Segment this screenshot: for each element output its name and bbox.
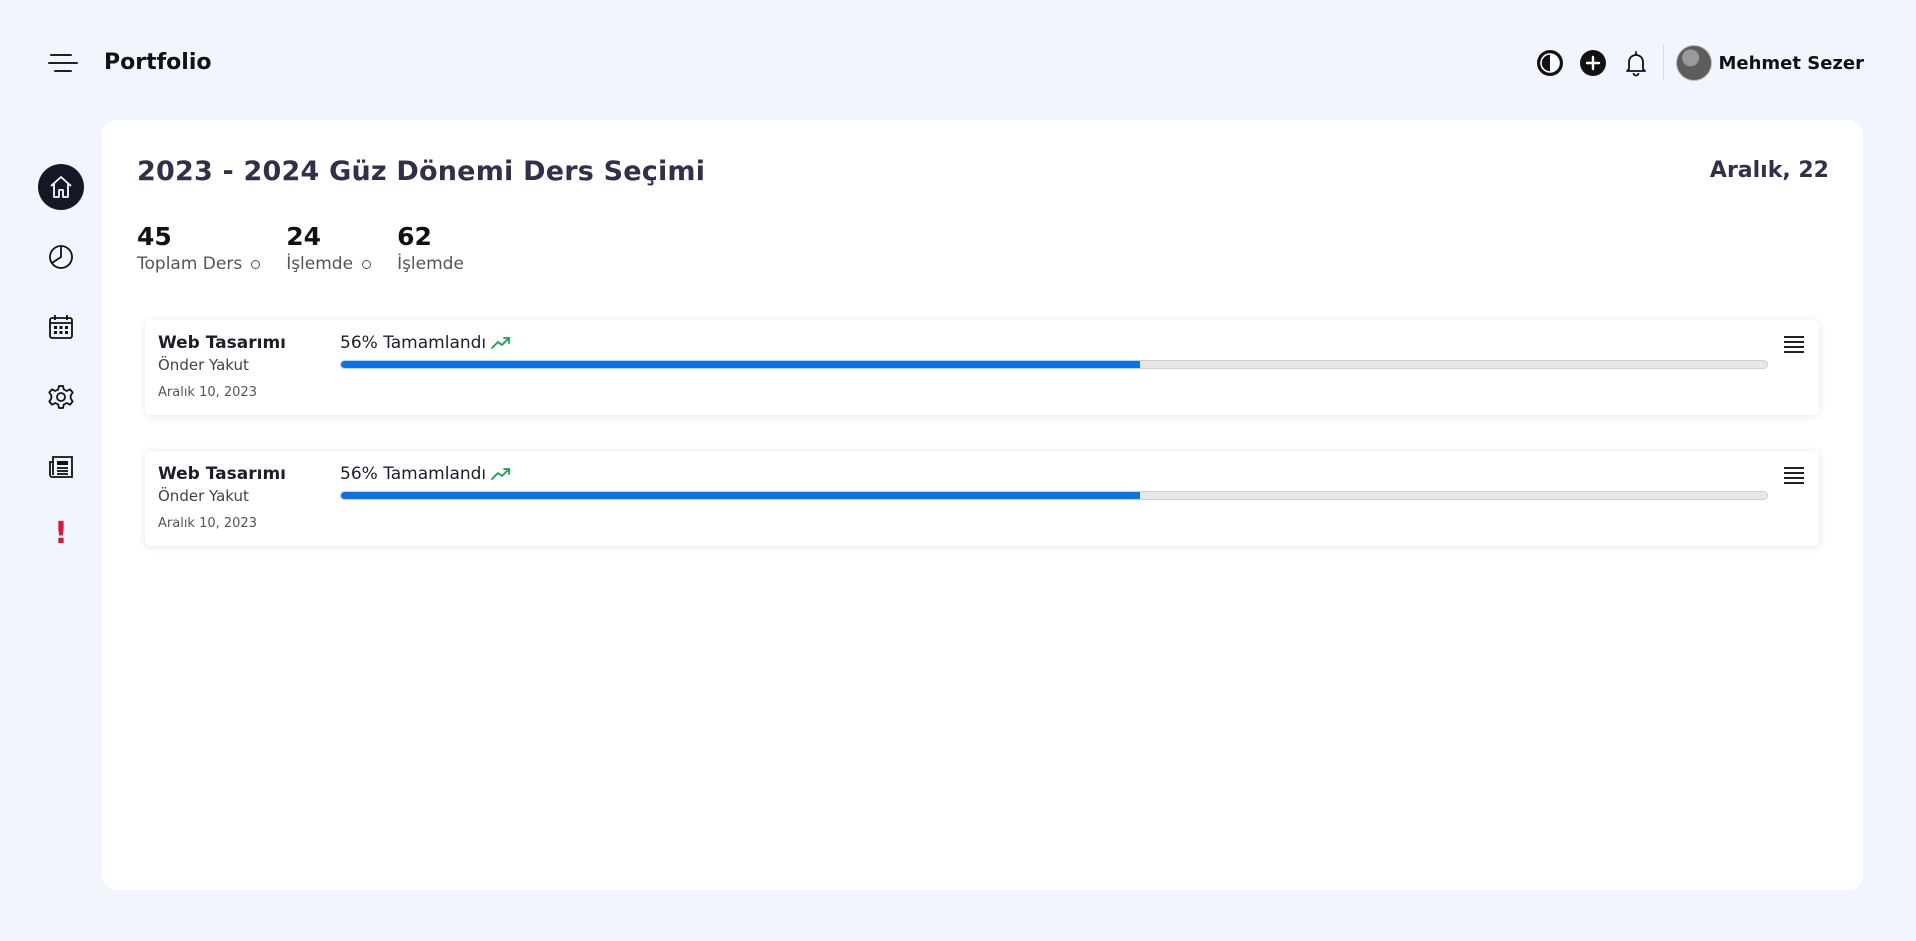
trending-up-icon bbox=[491, 467, 511, 481]
stat-label: İşlemde bbox=[397, 254, 464, 274]
status-dot-icon bbox=[251, 259, 261, 269]
sidebar-item-home[interactable] bbox=[38, 164, 84, 210]
stat-label: Toplam Ders bbox=[137, 254, 243, 274]
progress-label-row: 56% Tamamlandı bbox=[340, 464, 511, 484]
progress-fill bbox=[341, 492, 1140, 499]
card-menu-icon[interactable] bbox=[1784, 336, 1804, 354]
progress-bar bbox=[340, 491, 1768, 500]
alert-icon[interactable]: ! bbox=[38, 514, 84, 554]
course-teacher: Önder Yakut bbox=[158, 356, 249, 374]
stat-label-row: İşlemde bbox=[286, 254, 372, 274]
settings-icon bbox=[48, 385, 74, 409]
topbar-divider bbox=[1663, 45, 1665, 81]
stat-value: 24 bbox=[286, 222, 321, 251]
course-name: Web Tasarımı bbox=[158, 333, 286, 353]
sidebar: ! bbox=[38, 164, 86, 554]
course-date: Aralık 10, 2023 bbox=[158, 516, 257, 531]
trending-up-icon bbox=[491, 336, 511, 350]
stats-row: 45 Toplam Ders 24 İşlemde 62 İşlemde bbox=[137, 220, 490, 274]
card-menu-icon[interactable] bbox=[1784, 467, 1804, 485]
course-date: Aralık 10, 2023 bbox=[158, 385, 257, 400]
theme-toggle-icon[interactable] bbox=[1535, 48, 1565, 78]
stat-in-progress-2: 62 İşlemde bbox=[397, 220, 464, 274]
sidebar-item-reports[interactable] bbox=[38, 234, 84, 280]
course-teacher: Önder Yakut bbox=[158, 487, 249, 505]
course-card[interactable]: Web Tasarımı Önder Yakut Aralık 10, 2023… bbox=[145, 451, 1819, 546]
status-dot-icon bbox=[362, 259, 372, 269]
page-title: 2023 - 2024 Güz Dönemi Ders Seçimi bbox=[137, 156, 706, 187]
progress-fill bbox=[341, 361, 1140, 368]
progress-label: 56% Tamamlandı bbox=[340, 333, 487, 353]
top-actions: Mehmet Sezer bbox=[1522, 44, 1864, 82]
stat-total: 45 Toplam Ders bbox=[137, 220, 261, 274]
progress-bar bbox=[340, 360, 1768, 369]
sidebar-item-calendar[interactable] bbox=[38, 304, 84, 350]
stat-label-row: Toplam Ders bbox=[137, 254, 261, 274]
stat-label: İşlemde bbox=[286, 254, 354, 274]
bell-icon[interactable] bbox=[1621, 48, 1651, 78]
pie-chart-icon bbox=[49, 245, 73, 269]
stat-value: 45 bbox=[137, 222, 172, 251]
menu-toggle-icon[interactable] bbox=[44, 48, 82, 78]
add-icon[interactable] bbox=[1578, 48, 1608, 78]
top-bar: Portfolio Mehmet Sezer bbox=[0, 0, 1916, 120]
avatar[interactable] bbox=[1676, 45, 1713, 81]
newspaper-icon bbox=[49, 456, 73, 478]
app-title: Portfolio bbox=[104, 50, 212, 75]
stat-value: 62 bbox=[397, 222, 432, 251]
sidebar-item-news[interactable] bbox=[38, 444, 84, 490]
progress-label-row: 56% Tamamlandı bbox=[340, 333, 511, 353]
progress-label: 56% Tamamlandı bbox=[340, 464, 487, 484]
sidebar-item-settings[interactable] bbox=[38, 374, 84, 420]
calendar-icon bbox=[49, 315, 73, 339]
course-card[interactable]: Web Tasarımı Önder Yakut Aralık 10, 2023… bbox=[145, 320, 1819, 415]
user-name[interactable]: Mehmet Sezer bbox=[1718, 53, 1864, 74]
main-content: 2023 - 2024 Güz Dönemi Ders Seçimi Aralı… bbox=[102, 120, 1863, 890]
course-name: Web Tasarımı bbox=[158, 464, 286, 484]
home-icon bbox=[50, 176, 72, 198]
stat-in-progress: 24 İşlemde bbox=[286, 220, 372, 274]
page-date: Aralık, 22 bbox=[1709, 158, 1829, 183]
stat-label-row: İşlemde bbox=[397, 254, 464, 274]
